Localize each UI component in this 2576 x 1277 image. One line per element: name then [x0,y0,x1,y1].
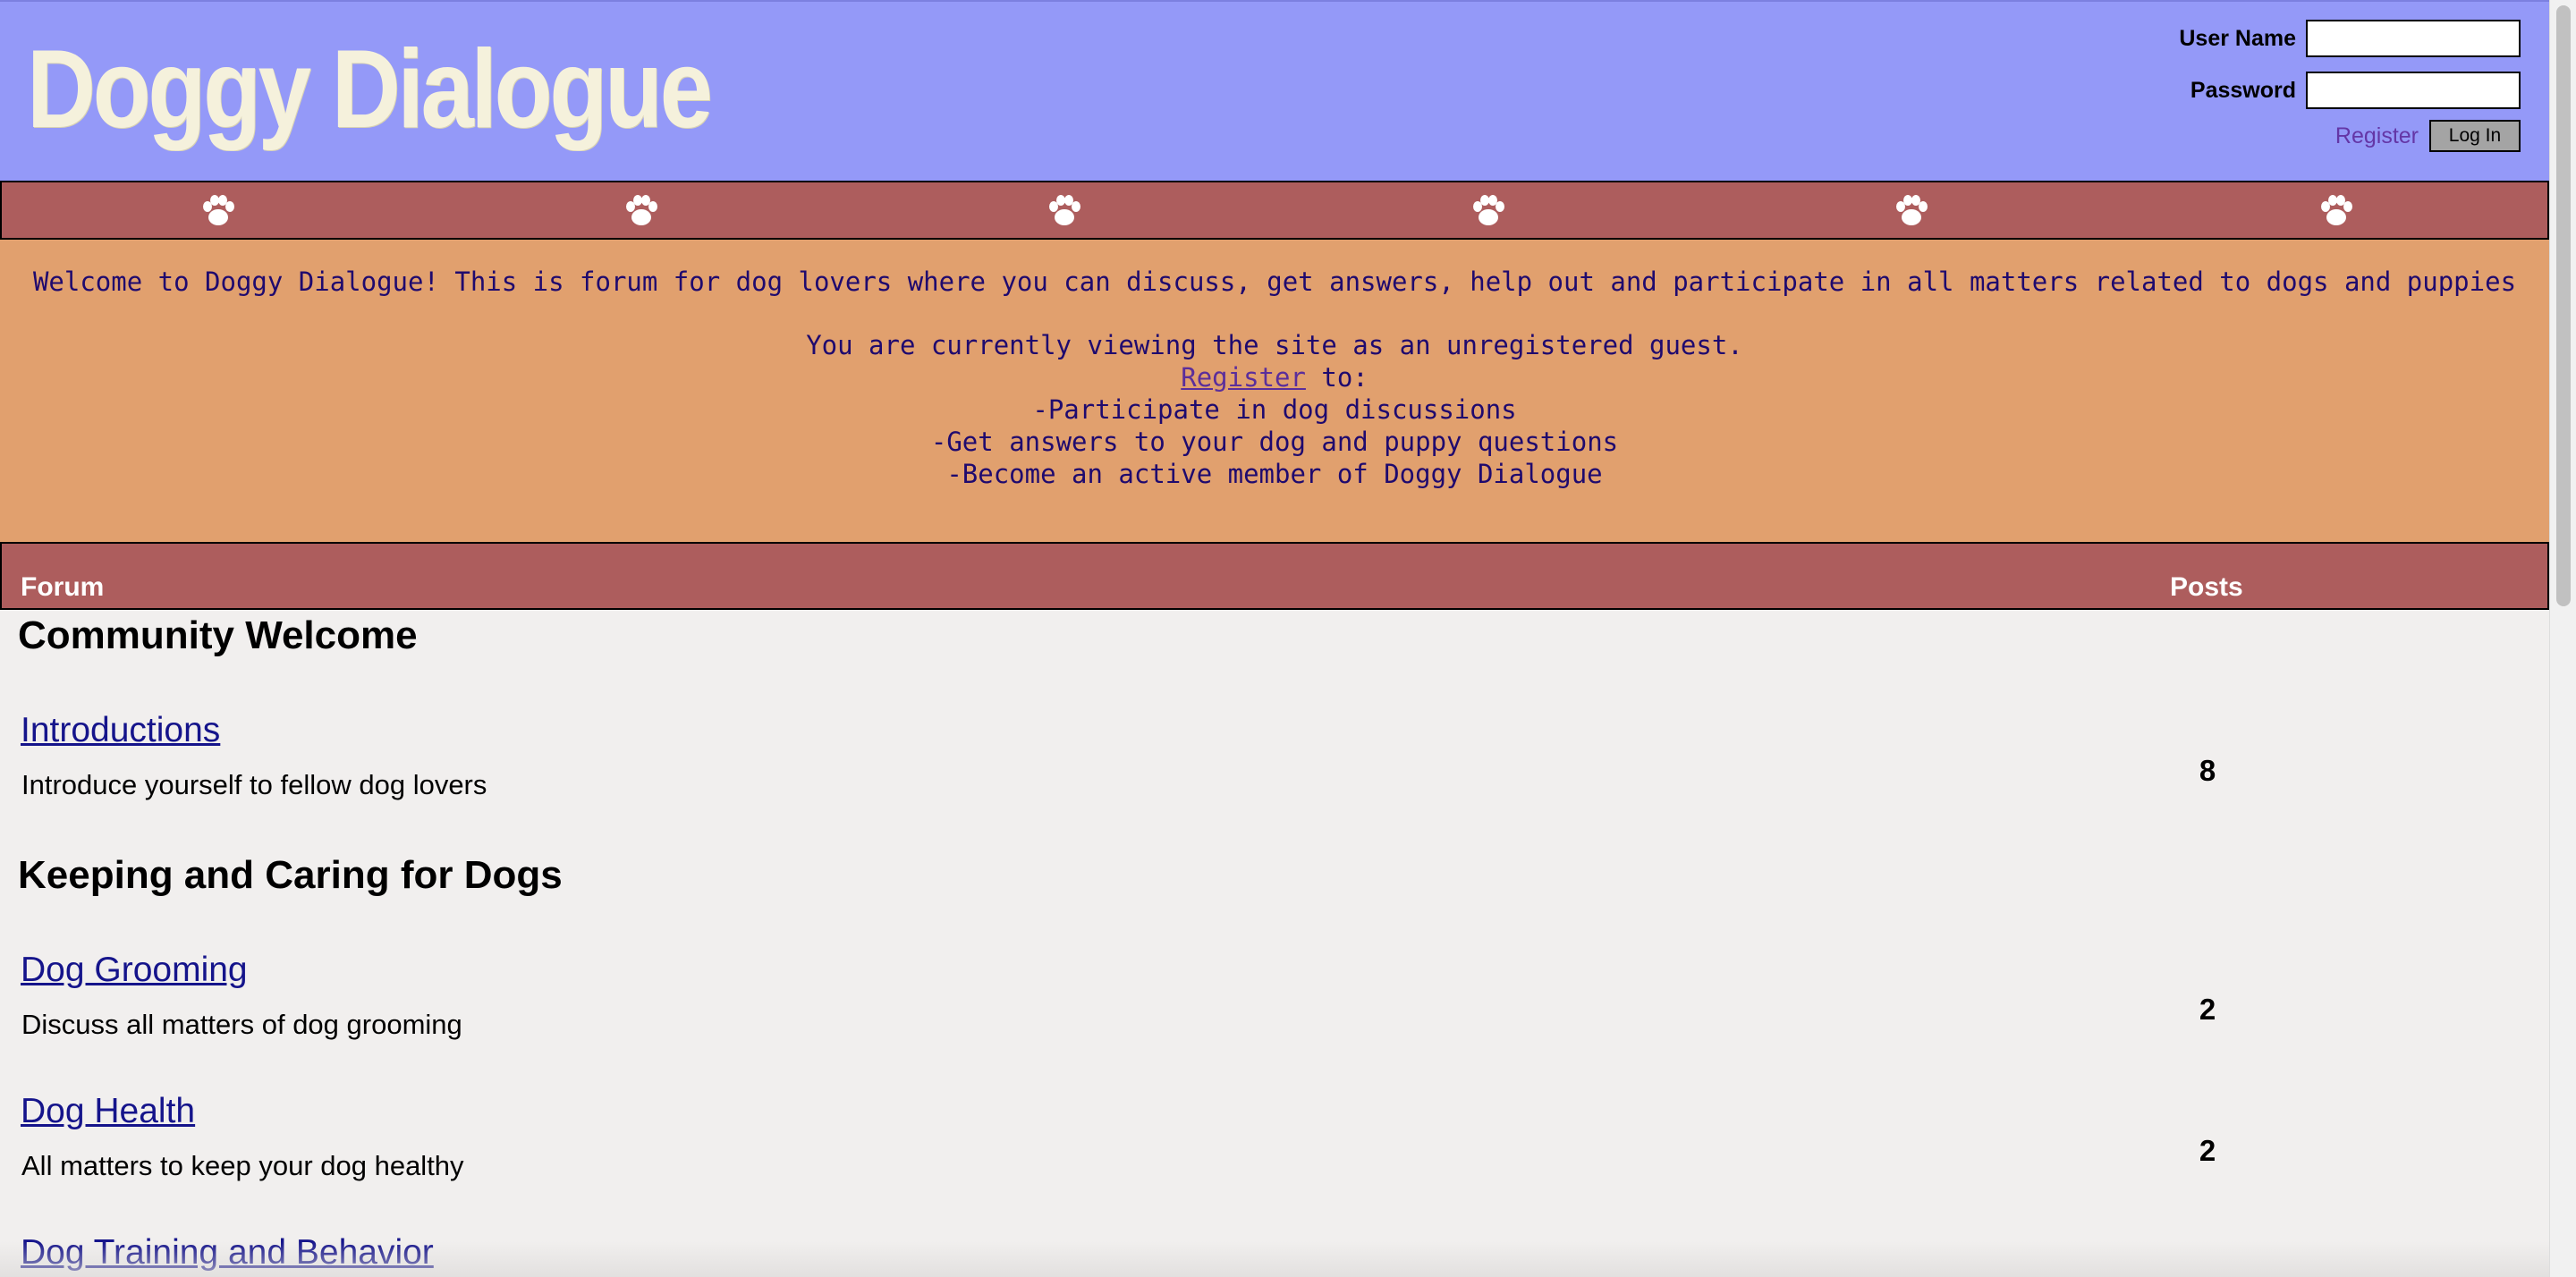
post-count: 2 [2199,1134,2216,1167]
forum-column-header: Forum [21,572,105,602]
register-suffix: to: [1305,362,1368,393]
welcome-register-link[interactable]: Register [1181,362,1306,393]
forum-description: Discuss all matters of dog grooming [21,1009,462,1040]
paw-icon[interactable] [1470,195,1506,227]
scrollbar-thumb[interactable] [2556,5,2571,606]
login-button[interactable]: Log In [2429,120,2521,152]
paw-icon[interactable] [1046,195,1082,227]
section-heading: Community Welcome [18,613,418,657]
vertical-scrollbar[interactable] [2549,0,2576,1277]
password-row: Password [2190,72,2521,109]
post-count: 2 [2199,993,2216,1026]
benefit-item: -Participate in dog discussions [1032,394,1517,425]
login-actions: Register Log In [2335,120,2521,152]
forum-link-dog-training[interactable]: Dog Training and Behavior [21,1233,434,1273]
section-heading: Keeping and Caring for Dogs [18,853,563,897]
username-input[interactable] [2306,20,2521,57]
forum-table-header: Forum Posts [0,542,2549,610]
guest-line: You are currently viewing the site as an… [806,330,1743,360]
guest-notice: You are currently viewing the site as an… [0,329,2549,490]
site-logo[interactable]: Doggy Dialogue [27,34,713,145]
paw-icon[interactable] [1894,195,1929,227]
benefit-item: -Get answers to your dog and puppy quest… [930,427,1619,457]
site-header: Doggy Dialogue User Name Password Regist… [0,0,2549,182]
paw-nav-bar [0,181,2549,240]
forum-link-dog-health[interactable]: Dog Health [21,1092,195,1131]
welcome-panel: Welcome to Doggy Dialogue! This is forum… [0,240,2549,542]
posts-column-header: Posts [2170,572,2243,602]
forum-link-dog-grooming[interactable]: Dog Grooming [21,951,248,990]
username-row: User Name [2179,20,2521,57]
header-register-link[interactable]: Register [2335,123,2419,149]
benefit-item: -Become an active member of Doggy Dialog… [946,459,1603,489]
forum-description: All matters to keep your dog healthy [21,1150,464,1181]
paw-icon[interactable] [623,195,659,227]
paw-icon[interactable] [2318,195,2354,227]
welcome-intro: Welcome to Doggy Dialogue! This is forum… [32,266,2517,297]
forum-link-introductions[interactable]: Introductions [21,711,220,750]
username-label: User Name [2179,25,2296,51]
password-label: Password [2190,77,2296,103]
register-line: Register to: [0,361,2549,393]
forum-description: Introduce yourself to fellow dog lovers [21,769,487,800]
post-count: 8 [2199,754,2216,787]
paw-icon[interactable] [200,195,236,227]
password-input[interactable] [2306,72,2521,109]
